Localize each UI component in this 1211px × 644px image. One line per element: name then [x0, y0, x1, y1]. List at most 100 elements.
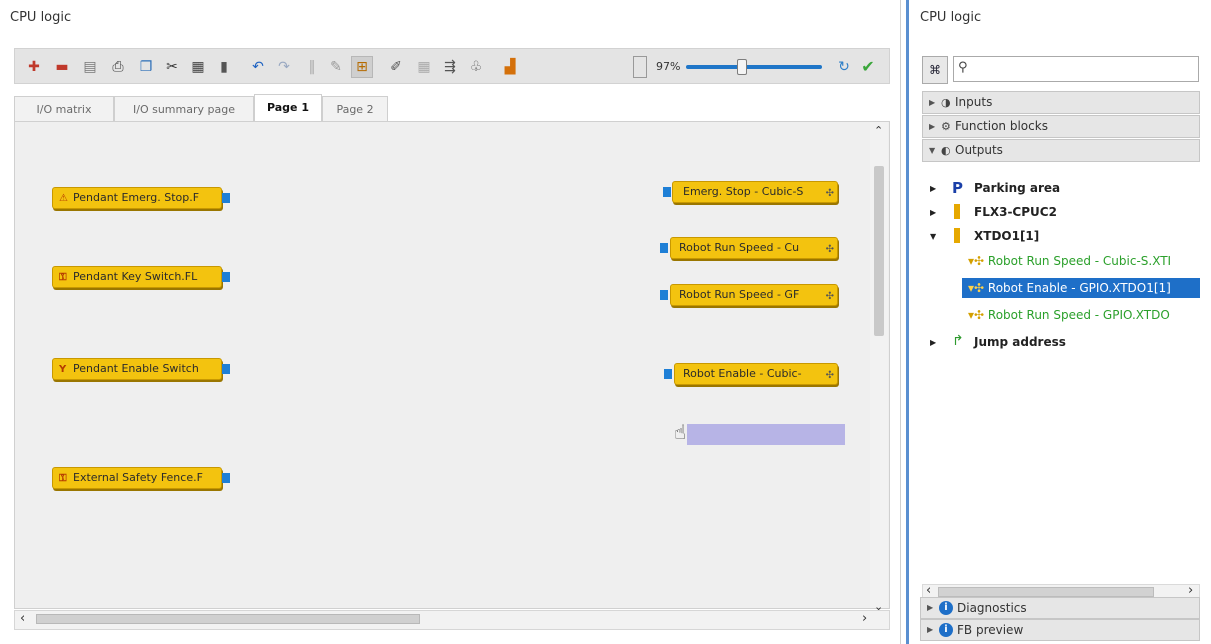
check-icon[interactable]: ✔	[857, 56, 879, 78]
section-inputs[interactable]: ▶ ◑ Inputs	[922, 91, 1200, 114]
add-page-icon[interactable]: ✚	[23, 56, 45, 78]
input-node-label: Pendant Emerg. Stop.F	[73, 191, 200, 204]
panel-title: CPU logic	[920, 10, 982, 25]
input-node[interactable]: ⚿ Pendant Key Switch.FL	[52, 266, 222, 288]
output-node[interactable]: Emerg. Stop - Cubic-S ✣	[672, 181, 838, 203]
function-blocks-icon: ⚙	[941, 120, 951, 133]
page-icon[interactable]: ▤	[79, 56, 101, 78]
chevron-right-icon: ▶	[927, 603, 934, 612]
fence-icon: ⚿	[59, 473, 67, 484]
section-function-blocks[interactable]: ▶ ⚙ Function blocks	[922, 115, 1200, 138]
tab-page-2[interactable]: Page 2	[322, 96, 388, 122]
output-node-label: Robot Enable - Cubic-	[683, 367, 802, 380]
section-label: Outputs	[955, 143, 1003, 157]
cut-icon[interactable]: ✂	[161, 56, 183, 78]
search-input[interactable]	[953, 56, 1199, 82]
editor-toolbar: ✚ ▬ ▤ ⎙ ❐ ✂ ▦ ▮ ↶ ↷ ‖ ✎ ⊞ ✐ ▦ ⇶ ♧ ▟ 97% …	[14, 48, 890, 84]
input-port[interactable]	[660, 243, 668, 253]
input-node-label: External Safety Fence.F	[73, 471, 203, 484]
input-node[interactable]: ⚠ Pendant Emerg. Stop.F	[52, 187, 222, 209]
delete-icon[interactable]: ▮	[213, 56, 235, 78]
page-fit-icon[interactable]	[633, 56, 647, 78]
scroll-right-icon[interactable]: ›	[1188, 583, 1193, 598]
section-fb-preview[interactable]: ▶ i FB preview	[920, 619, 1200, 641]
output-node[interactable]: Robot Run Speed - GF ✣	[670, 284, 838, 306]
chevron-right-icon: ▶	[930, 338, 937, 347]
parking-icon: P	[952, 179, 963, 197]
tree-leaf-selected[interactable]: ▾✣ Robot Enable - GPIO.XTDO1[1]	[962, 278, 1200, 298]
input-node[interactable]: Y Pendant Enable Switch	[52, 358, 222, 380]
section-diagnostics[interactable]: ▶ i Diagnostics	[920, 597, 1200, 619]
layout-icon[interactable]: ▦	[413, 56, 435, 78]
tree-leaf[interactable]: ▾✣ Robot Run Speed - GPIO.XTDO	[968, 305, 1200, 325]
chevron-down-icon: ▼	[930, 232, 937, 241]
print-icon[interactable]: ⎙	[107, 56, 129, 78]
scroll-right-icon[interactable]: ›	[862, 611, 867, 626]
output-node-label: Robot Run Speed - Cu	[679, 241, 800, 254]
vertical-scroll-thumb[interactable]	[874, 166, 884, 336]
output-node[interactable]: Robot Run Speed - Cu ✣	[670, 237, 838, 259]
info-icon: i	[939, 623, 953, 637]
section-outputs[interactable]: ▼ ◐ Outputs	[922, 139, 1200, 162]
tree-item-label: XTDO1[1]	[974, 229, 1040, 243]
tag-icon[interactable]: ♧	[465, 56, 487, 78]
emergency-stop-icon: ⚠	[59, 193, 68, 204]
search-icon: ⚲	[958, 60, 968, 75]
robot-icon: ▾✣	[968, 254, 985, 268]
tab-page-1[interactable]: Page 1	[254, 94, 322, 122]
robot-icon: ▾✣	[968, 308, 985, 322]
module-icon	[954, 204, 960, 219]
zoom-slider-track[interactable]	[686, 65, 822, 69]
redo-icon[interactable]: ↷	[273, 56, 295, 78]
robot-icon: ✣	[825, 370, 834, 381]
input-port[interactable]	[664, 369, 672, 379]
chevron-right-icon: ▶	[929, 98, 936, 107]
align-icon[interactable]: ‖	[301, 56, 323, 78]
module-icon	[954, 228, 960, 243]
scroll-left-icon[interactable]: ‹	[20, 611, 25, 626]
zoom-reset-icon[interactable]: ↻	[833, 56, 855, 78]
tab-io-matrix[interactable]: I/O matrix	[14, 96, 114, 122]
input-port[interactable]	[660, 290, 668, 300]
remove-page-icon[interactable]: ▬	[51, 56, 73, 78]
connect-icon[interactable]: ⇶	[439, 56, 461, 78]
pencil-icon[interactable]: ✎	[325, 56, 347, 78]
horizontal-scroll-thumb[interactable]	[938, 587, 1154, 597]
copy-icon[interactable]: ❐	[135, 56, 157, 78]
chevron-down-icon: ▼	[929, 146, 936, 155]
paste-icon[interactable]: ▦	[187, 56, 209, 78]
section-label: Function blocks	[955, 119, 1048, 133]
output-port[interactable]	[222, 364, 230, 374]
tree-leaf-label: Robot Enable - GPIO.XTDO1[1]	[987, 281, 1171, 295]
filter-button[interactable]: ⌘	[922, 56, 948, 84]
tree-item-label: Parking area	[974, 181, 1061, 195]
cursor-icon: ☝	[674, 420, 687, 444]
output-node[interactable]: Robot Enable - Cubic- ✣	[674, 363, 838, 385]
properties-icon[interactable]: ✐	[385, 56, 407, 78]
inputs-icon: ◑	[941, 96, 951, 109]
output-port[interactable]	[222, 473, 230, 483]
info-icon: i	[939, 601, 953, 615]
section-label: Inputs	[955, 95, 993, 109]
tab-io-summary-page[interactable]: I/O summary page	[114, 96, 254, 122]
panel-title: CPU logic	[10, 10, 72, 25]
input-port[interactable]	[663, 187, 671, 197]
scroll-left-icon[interactable]: ‹	[926, 583, 931, 598]
module-icon[interactable]: ▟	[499, 56, 521, 78]
output-port[interactable]	[222, 272, 230, 282]
panel-splitter[interactable]	[906, 0, 909, 644]
outputs-icon: ◐	[941, 144, 951, 157]
tree-item-label: Jump address	[974, 335, 1066, 349]
scroll-up-icon[interactable]: ⌃	[874, 124, 883, 137]
robot-icon: ✣	[825, 188, 834, 199]
horizontal-scroll-thumb[interactable]	[36, 614, 420, 624]
input-node[interactable]: ⚿ External Safety Fence.F	[52, 467, 222, 489]
output-port[interactable]	[222, 193, 230, 203]
zoom-slider-handle[interactable]	[737, 59, 747, 75]
key-switch-icon: ⚿	[59, 272, 67, 283]
undo-icon[interactable]: ↶	[247, 56, 269, 78]
robot-icon: ▾✣	[968, 281, 985, 295]
tree-leaf[interactable]: ▾✣ Robot Run Speed - Cubic-S.XTI	[968, 251, 1200, 271]
grid-icon[interactable]: ⊞	[351, 56, 373, 78]
jump-icon: ↱	[952, 333, 964, 349]
